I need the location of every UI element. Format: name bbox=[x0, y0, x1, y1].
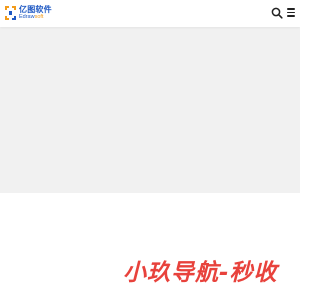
logo-name-cn: 亿图软件 bbox=[19, 4, 52, 14]
menu-icon-bar bbox=[287, 11, 295, 14]
menu-icon-bar bbox=[287, 15, 295, 17]
hero-banner bbox=[0, 27, 300, 193]
menu-icon[interactable] bbox=[286, 8, 296, 18]
page: 亿图软件 Edrawsoft 小玖导航-秒收 bbox=[0, 0, 300, 300]
hero-title: 小玖导航-秒收 bbox=[123, 260, 278, 286]
logo-wordmark: 亿图软件 Edrawsoft bbox=[19, 4, 52, 21]
logo-name-en: Edrawsoft bbox=[19, 13, 52, 21]
logo-name-en-main: Edraw bbox=[19, 13, 35, 20]
search-icon[interactable] bbox=[271, 7, 283, 19]
menu-icon-bar bbox=[287, 8, 295, 10]
logo-name-en-accent: soft bbox=[34, 13, 44, 20]
logo-mark-icon bbox=[5, 6, 16, 20]
top-navbar: 亿图软件 Edrawsoft bbox=[0, 0, 300, 27]
brand-logo[interactable]: 亿图软件 Edrawsoft bbox=[5, 4, 52, 22]
